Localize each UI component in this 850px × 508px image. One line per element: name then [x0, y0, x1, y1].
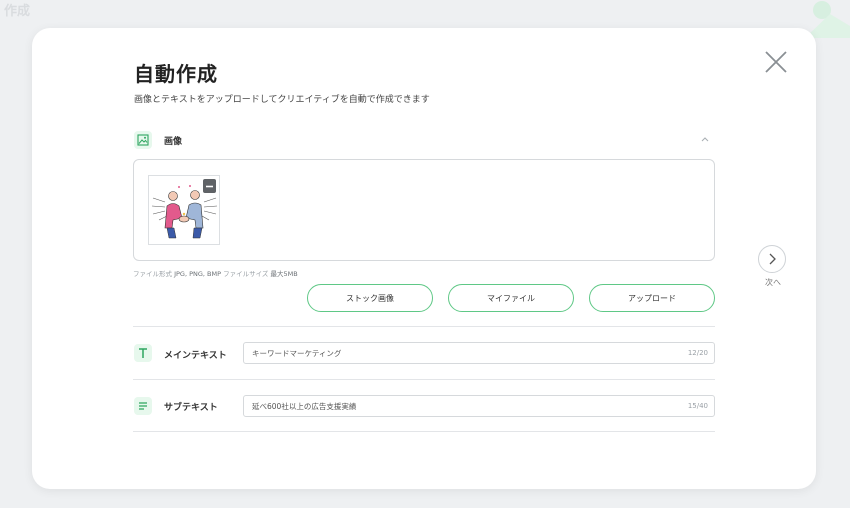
sub-text-section-icon [134, 397, 152, 415]
upload-button[interactable]: アップロード [589, 284, 715, 312]
image-section-label: 画像 [164, 137, 183, 147]
image-icon [137, 134, 149, 146]
my-files-button[interactable]: マイファイル [448, 284, 574, 312]
close-icon [765, 51, 787, 73]
close-button[interactable] [764, 50, 788, 74]
section-divider [133, 379, 715, 380]
section-divider [133, 326, 715, 327]
chevron-right-icon [769, 253, 776, 265]
collapse-image-section-button[interactable] [698, 131, 712, 145]
main-text-section-icon [134, 344, 152, 362]
section-divider [133, 431, 715, 432]
file-size-value: 最大5MB [270, 270, 298, 278]
modal-title: 自動作成 [134, 62, 218, 86]
minus-icon [206, 185, 213, 187]
next-label: 次へ [765, 278, 781, 287]
remove-image-button[interactable] [203, 179, 216, 193]
main-text-label: メインテキスト [164, 351, 227, 361]
main-text-char-count: 12/20 [687, 349, 708, 357]
text-lines-icon [139, 402, 147, 410]
file-format-label: ファイル形式 [133, 270, 172, 278]
sub-text-value: 延べ600社以上の広告支援実績 [252, 401, 357, 411]
modal-subtitle: 画像とテキストをアップロードしてクリエイティブを自動で作成できます [134, 95, 430, 105]
sub-text-label: サブテキスト [164, 403, 218, 413]
main-text-input[interactable]: キーワードマーケティング 12/20 [243, 342, 715, 364]
main-text-value: キーワードマーケティング [252, 348, 342, 358]
file-requirements: ファイル形式 JPG, PNG, BMP ファイルサイズ 最大5MB [133, 268, 298, 278]
stock-image-button[interactable]: ストック画像 [307, 284, 433, 312]
sub-text-input[interactable]: 延べ600社以上の広告支援実績 15/40 [243, 395, 715, 417]
chevron-up-icon [701, 137, 709, 142]
next-button[interactable] [758, 245, 786, 273]
image-section-icon [134, 131, 152, 149]
text-t-icon [139, 348, 147, 358]
file-format-value: JPG, PNG, BMP [174, 270, 222, 278]
background-page-title: 作成 [4, 4, 31, 19]
sub-text-char-count: 15/40 [687, 402, 708, 410]
image-upload-area[interactable] [133, 159, 715, 261]
background-page-subtitle [4, 22, 7, 31]
file-size-label: ファイルサイズ [223, 270, 269, 278]
